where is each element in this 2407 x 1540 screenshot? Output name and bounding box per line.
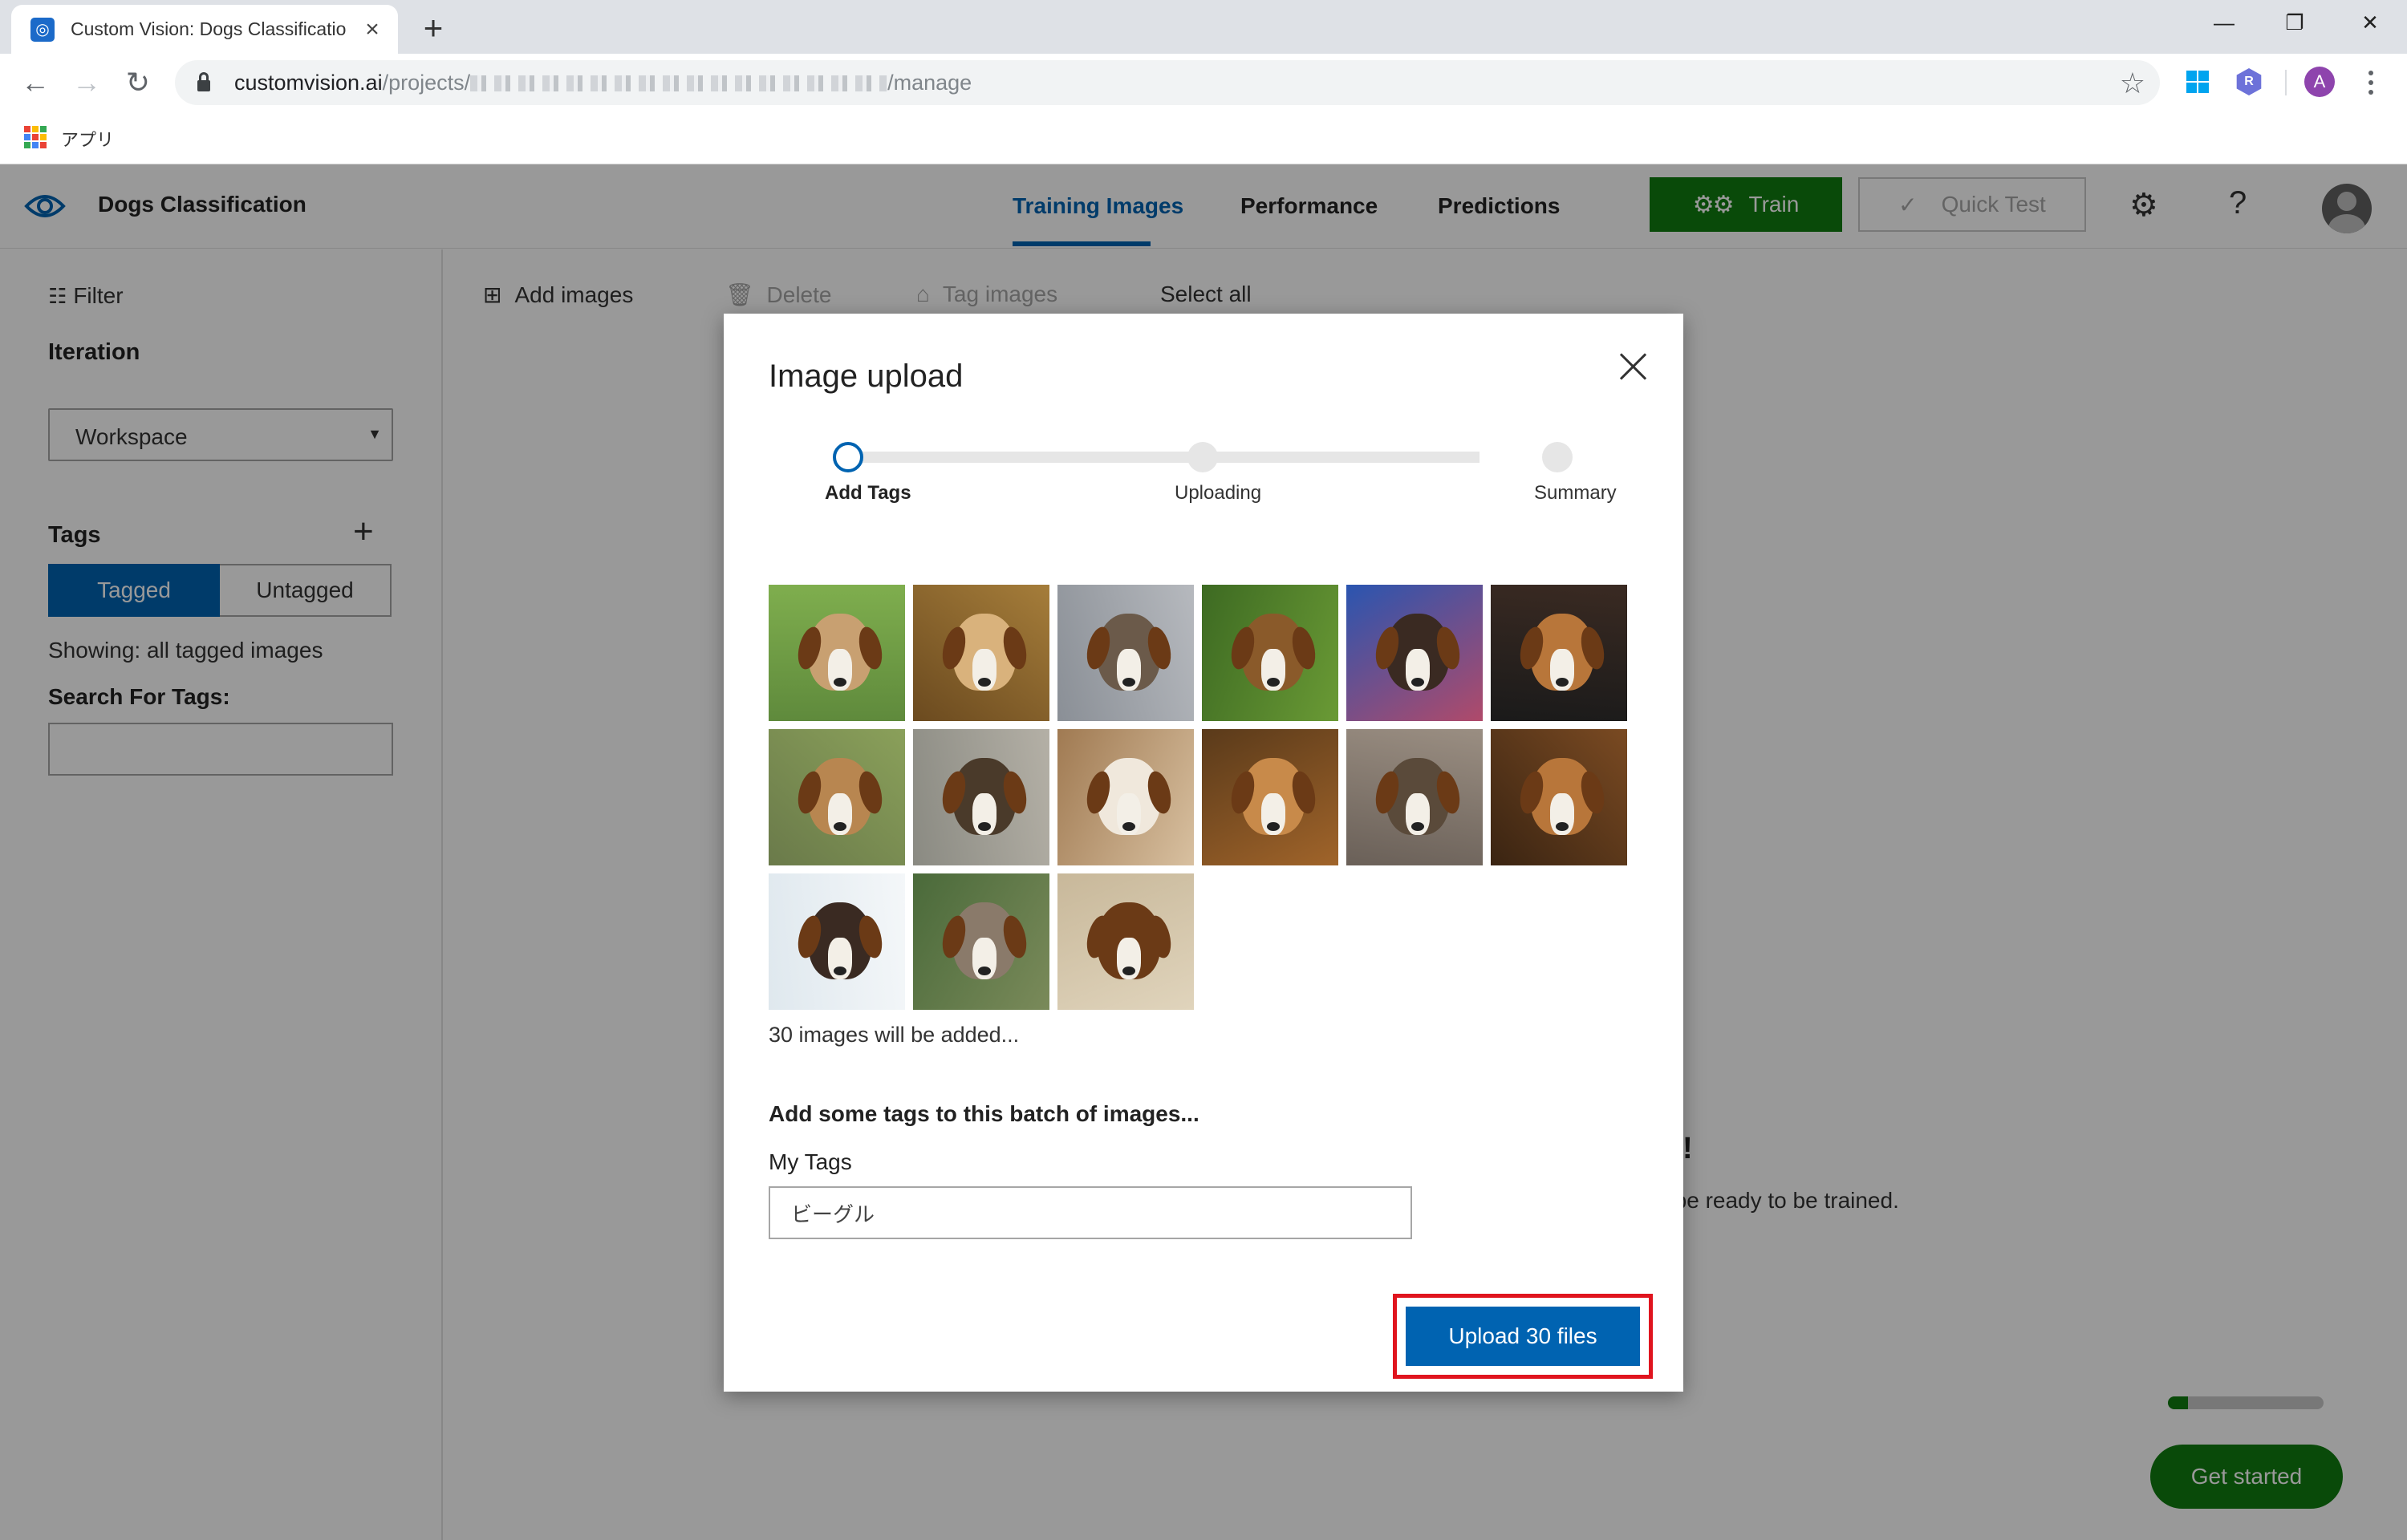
redacted-project-id [470, 75, 888, 92]
thumbnail-image [1057, 729, 1194, 865]
address-bar[interactable]: customvision.ai/projects//manage ☆ [175, 60, 2160, 105]
minimize-icon[interactable]: — [2200, 5, 2248, 40]
close-tab-icon[interactable]: × [359, 16, 385, 43]
thumbnail-image [1057, 585, 1194, 721]
step-uploading-label: Uploading [1175, 482, 1262, 504]
my-tags-label: My Tags [769, 1149, 852, 1174]
beagle-photo [794, 902, 887, 979]
custom-vision-icon: ◎ [30, 17, 55, 42]
apps-bookmark-label[interactable]: アプリ [61, 126, 114, 152]
beagle-photo [1227, 758, 1320, 835]
forward-icon[interactable]: → [69, 65, 104, 100]
bookmark-star-icon[interactable]: ☆ [2120, 67, 2145, 100]
thumbnail-image [1202, 729, 1338, 865]
close-window-icon[interactable]: ✕ [2346, 5, 2394, 40]
beagle-photo [1082, 758, 1175, 835]
thumbnail-image [1346, 585, 1483, 721]
image-count-text: 30 images will be added... [769, 1023, 1020, 1047]
lock-icon [197, 72, 210, 91]
reload-icon[interactable]: ↻ [120, 65, 156, 100]
thumbnail-image [1491, 729, 1627, 865]
step-summary-label: Summary [1534, 482, 1617, 504]
thumbnail-image [1057, 873, 1194, 1010]
apps-grid-icon[interactable] [24, 126, 47, 148]
thumbnail-image [913, 585, 1049, 721]
step-track [849, 452, 1480, 463]
close-icon[interactable] [1616, 349, 1651, 384]
restore-icon[interactable]: ❐ [2271, 5, 2319, 40]
upload-files-button[interactable]: Upload 30 files [1406, 1307, 1640, 1366]
beagle-photo [794, 758, 887, 835]
beagle-photo [938, 902, 1031, 979]
beagle-photo [1082, 902, 1175, 979]
step-uploading-dot [1187, 442, 1218, 472]
dialog-title: Image upload [769, 359, 964, 394]
beagle-photo [1082, 614, 1175, 691]
browser-menu-icon[interactable] [2359, 65, 2383, 100]
thumbnail-grid [769, 585, 1640, 1010]
url-text: customvision.ai/projects//manage [234, 70, 972, 95]
thumbnail-image [1346, 729, 1483, 865]
beagle-photo [1371, 614, 1464, 691]
profile-avatar[interactable]: A [2304, 67, 2335, 97]
thumbnail-image [913, 873, 1049, 1010]
beagle-photo [1227, 614, 1320, 691]
thumbnail-image [913, 729, 1049, 865]
tags-prompt: Add some tags to this batch of images... [769, 1101, 1199, 1126]
thumbnail-image [769, 585, 905, 721]
back-icon[interactable]: ← [18, 65, 53, 100]
beagle-photo [1371, 758, 1464, 835]
image-upload-dialog: Image upload Add Tags Uploading Summary … [724, 314, 1683, 1392]
thumbnail-image [1202, 585, 1338, 721]
r-extension-icon[interactable]: R [2236, 68, 2262, 95]
thumbnail-image [769, 873, 905, 1010]
thumbnail-image [1491, 585, 1627, 721]
step-add-tags-dot [833, 442, 863, 472]
beagle-photo [938, 614, 1031, 691]
my-tags-input[interactable] [769, 1186, 1412, 1239]
beagle-photo [794, 614, 887, 691]
beagle-photo [1516, 614, 1609, 691]
browser-tab-strip: ◎ Custom Vision: Dogs Classificatio × + … [0, 0, 2407, 54]
beagle-photo [1516, 758, 1609, 835]
step-summary-dot [1542, 442, 1573, 472]
step-add-tags-label: Add Tags [825, 482, 911, 504]
windows-extension-icon[interactable] [2184, 68, 2211, 95]
browser-tab[interactable]: ◎ Custom Vision: Dogs Classificatio × [11, 5, 398, 54]
beagle-photo [938, 758, 1031, 835]
thumbnail-image [769, 729, 905, 865]
bookmarks-bar: アプリ [0, 111, 2407, 164]
toolbar-divider [2285, 70, 2287, 95]
browser-toolbar: ← → ↻ customvision.ai/projects//manage ☆… [0, 54, 2407, 111]
new-tab-icon[interactable]: + [416, 11, 451, 47]
tab-title: Custom Vision: Dogs Classificatio [71, 18, 347, 39]
